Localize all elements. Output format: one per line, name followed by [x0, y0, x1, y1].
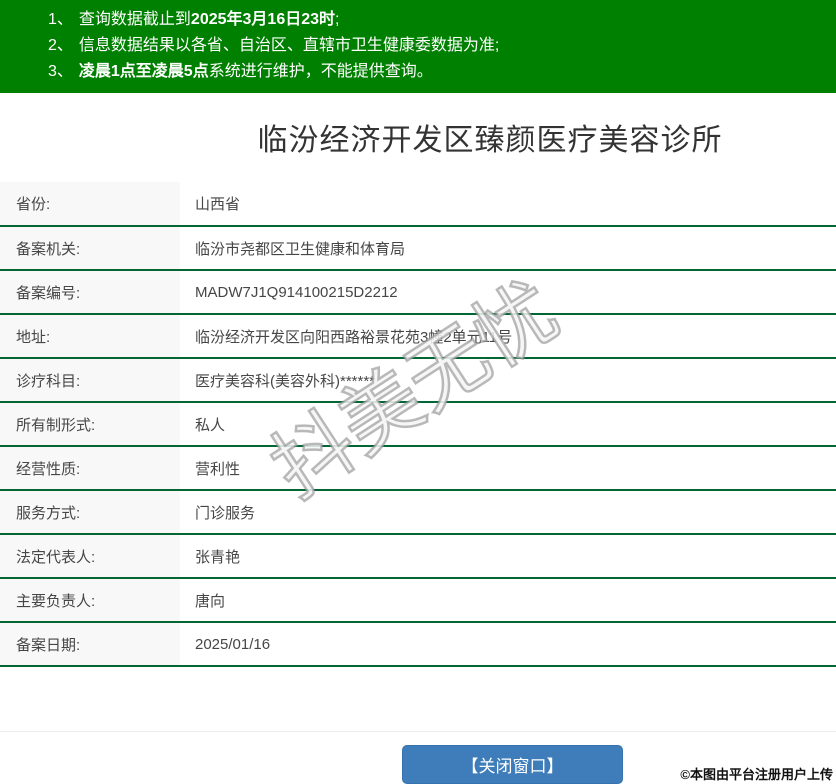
row-label: 备案编号: — [0, 270, 180, 314]
row-value: MADW7J1Q914100215D2212 — [180, 270, 836, 314]
footer-divider — [0, 731, 836, 732]
close-window-button[interactable]: 【关闭窗口】 — [402, 745, 623, 784]
table-row-main-person-in-charge: 主要负责人: 唐向 — [0, 578, 836, 622]
notice-line-number: 1、 — [48, 11, 73, 28]
row-value: 私人 — [180, 402, 836, 446]
row-label: 所有制形式: — [0, 402, 180, 446]
table-row-filing-authority: 备案机关: 临汾市尧都区卫生健康和体育局 — [0, 226, 836, 270]
table-row-address: 地址: 临汾经济开发区向阳西路裕景花苑3幢2单元11号 — [0, 314, 836, 358]
table-row-service-mode: 服务方式: 门诊服务 — [0, 490, 836, 534]
table-row-ownership-form: 所有制形式: 私人 — [0, 402, 836, 446]
notice-bold-text: 2025年3月16日23时 — [191, 11, 335, 28]
row-label: 法定代表人: — [0, 534, 180, 578]
notice-text: 系统进行维护，不能提供查询。 — [209, 63, 433, 80]
row-value: 临汾经济开发区向阳西路裕景花苑3幢2单元11号 — [180, 314, 836, 358]
row-value: 唐向 — [180, 578, 836, 622]
table-row-filing-date: 备案日期: 2025/01/16 — [0, 622, 836, 666]
row-value: 2025/01/16 — [180, 622, 836, 666]
page-title: 临汾经济开发区臻颜医疗美容诊所 — [72, 119, 836, 163]
notice-text: 信息数据结果以各省、自治区、直辖市卫生健康委数据为准; — [79, 37, 499, 54]
table-row-filing-number: 备案编号: MADW7J1Q914100215D2212 — [0, 270, 836, 314]
row-label: 备案机关: — [0, 226, 180, 270]
record-table: 省份: 山西省 备案机关: 临汾市尧都区卫生健康和体育局 备案编号: MADW7… — [0, 182, 836, 667]
row-label: 服务方式: — [0, 490, 180, 534]
row-value: 张青艳 — [180, 534, 836, 578]
copyright-notice: ©本图由平台注册用户上传 — [680, 764, 833, 783]
notice-line-2: 2、信息数据结果以各省、自治区、直辖市卫生健康委数据为准; — [48, 33, 836, 59]
table-row-legal-representative: 法定代表人: 张青艳 — [0, 534, 836, 578]
row-label: 主要负责人: — [0, 578, 180, 622]
row-label: 备案日期: — [0, 622, 180, 666]
notice-bar: 1、查询数据截止到2025年3月16日23时; 2、信息数据结果以各省、自治区、… — [0, 0, 836, 93]
notice-line-3: 3、凌晨1点至凌晨5点系统进行维护，不能提供查询。 — [48, 59, 836, 85]
notice-text: 查询数据截止到 — [79, 11, 191, 28]
notice-line-number: 3、 — [48, 63, 73, 80]
table-row-business-nature: 经营性质: 营利性 — [0, 446, 836, 490]
row-label: 地址: — [0, 314, 180, 358]
row-label: 省份: — [0, 182, 180, 226]
row-label: 诊疗科目: — [0, 358, 180, 402]
row-value: 临汾市尧都区卫生健康和体育局 — [180, 226, 836, 270]
row-value: 营利性 — [180, 446, 836, 490]
notice-text: ; — [335, 11, 339, 28]
notice-line-1: 1、查询数据截止到2025年3月16日23时; — [48, 7, 836, 33]
row-value: 门诊服务 — [180, 490, 836, 534]
row-value: 医疗美容科(美容外科)****** — [180, 358, 836, 402]
table-row-province: 省份: 山西省 — [0, 182, 836, 226]
notice-bold-text: 凌晨1点至凌晨5点 — [79, 63, 209, 80]
table-row-treatment-subjects: 诊疗科目: 医疗美容科(美容外科)****** — [0, 358, 836, 402]
row-value: 山西省 — [180, 182, 836, 226]
notice-line-number: 2、 — [48, 37, 73, 54]
row-label: 经营性质: — [0, 446, 180, 490]
